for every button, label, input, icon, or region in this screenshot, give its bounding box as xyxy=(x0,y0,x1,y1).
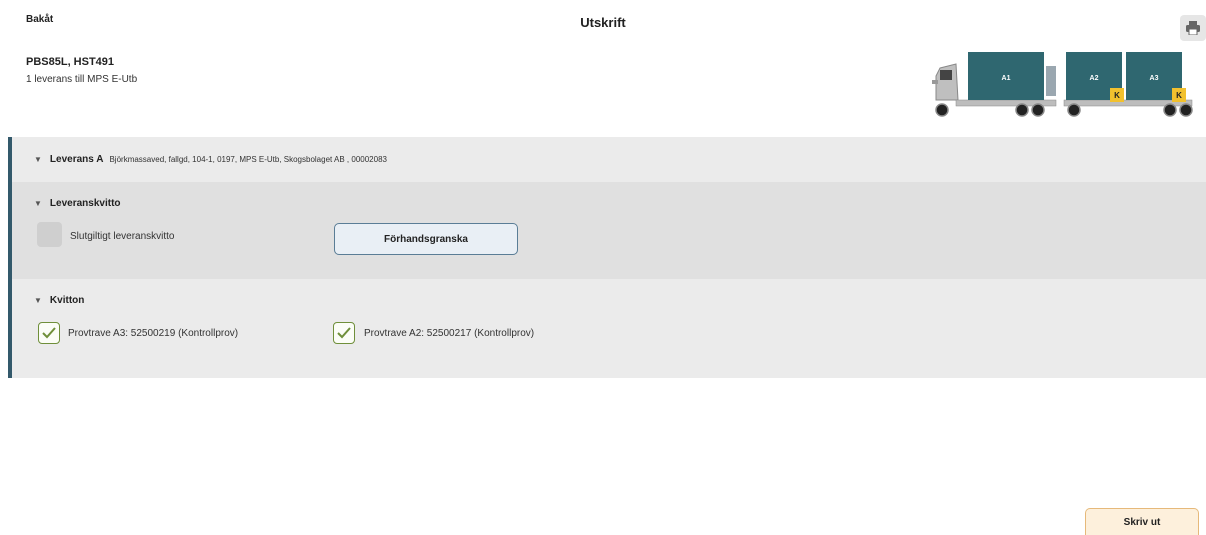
kvitton-section: ▼ Kvitton Provtrave A3: 52500219 (Kontrol… xyxy=(12,279,1206,378)
delivery-title: Leverans A xyxy=(49,154,104,165)
vehicle-id: PBS85L, HST491 xyxy=(26,56,115,68)
delivery-section: ▼ Leverans A Björkmassaved, fallgd, 104-1,… xyxy=(12,137,1206,182)
final-receipt-label: Slutgiltigt leveranskvitto xyxy=(70,231,175,242)
svg-text:K: K xyxy=(1176,91,1182,100)
delivery-details: Björkmassaved, fallgd, 104-1, 0197, MPS … xyxy=(109,155,387,164)
checkmark-icon xyxy=(42,327,56,339)
kvitto-label-a3: Provtrave A3: 52500219 (Kontrollprov) xyxy=(68,328,239,339)
receipt-section: ▼ Leveranskvitto Slutgiltigt leveranskvit… xyxy=(12,182,1206,279)
print-icon-button[interactable] xyxy=(1180,15,1206,41)
final-receipt-checkbox[interactable] xyxy=(37,222,62,247)
preview-button[interactable]: Förhandsgranska xyxy=(334,223,518,255)
load-a3-label: A3 xyxy=(1150,75,1159,82)
page-title: Utskrift xyxy=(580,15,626,30)
receipt-section-header[interactable]: ▼ Leveranskvitto xyxy=(34,198,121,209)
kvitton-section-header[interactable]: ▼ Kvitton xyxy=(34,295,84,306)
delivery-count: 1 leverans till MPS E-Utb xyxy=(26,74,138,85)
receipt-section-title: Leveranskvitto xyxy=(49,198,121,209)
kvitto-label-a2: Provtrave A2: 52500217 (Kontrollprov) xyxy=(364,328,535,339)
truck-cab-icon xyxy=(932,63,959,101)
trailer-coupling xyxy=(1046,66,1056,96)
delivery-header[interactable]: ▼ Leverans A Björkmassaved, fallgd, 104-1,… xyxy=(34,154,387,165)
delivery-panel: ▼ Leverans A Björkmassaved, fallgd, 104-1,… xyxy=(8,137,1206,378)
kvitton-section-title: Kvitton xyxy=(49,295,85,306)
load-a2-label: A2 xyxy=(1090,75,1099,82)
truck-illustration: A1 A2 K A3 K xyxy=(932,52,1193,117)
checkmark-icon xyxy=(337,327,351,339)
collapse-caret-icon: ▼ xyxy=(34,296,42,305)
collapse-caret-icon: ▼ xyxy=(34,199,42,208)
print-button[interactable]: Skriv ut xyxy=(1085,508,1199,535)
svg-text:K: K xyxy=(1114,91,1120,100)
kvitto-checkbox-a3[interactable] xyxy=(38,322,60,344)
collapse-caret-icon: ▼ xyxy=(34,155,42,164)
load-a1-label: A1 xyxy=(1002,75,1011,82)
kvitto-checkbox-a2[interactable] xyxy=(333,322,355,344)
printer-icon xyxy=(1186,21,1200,35)
